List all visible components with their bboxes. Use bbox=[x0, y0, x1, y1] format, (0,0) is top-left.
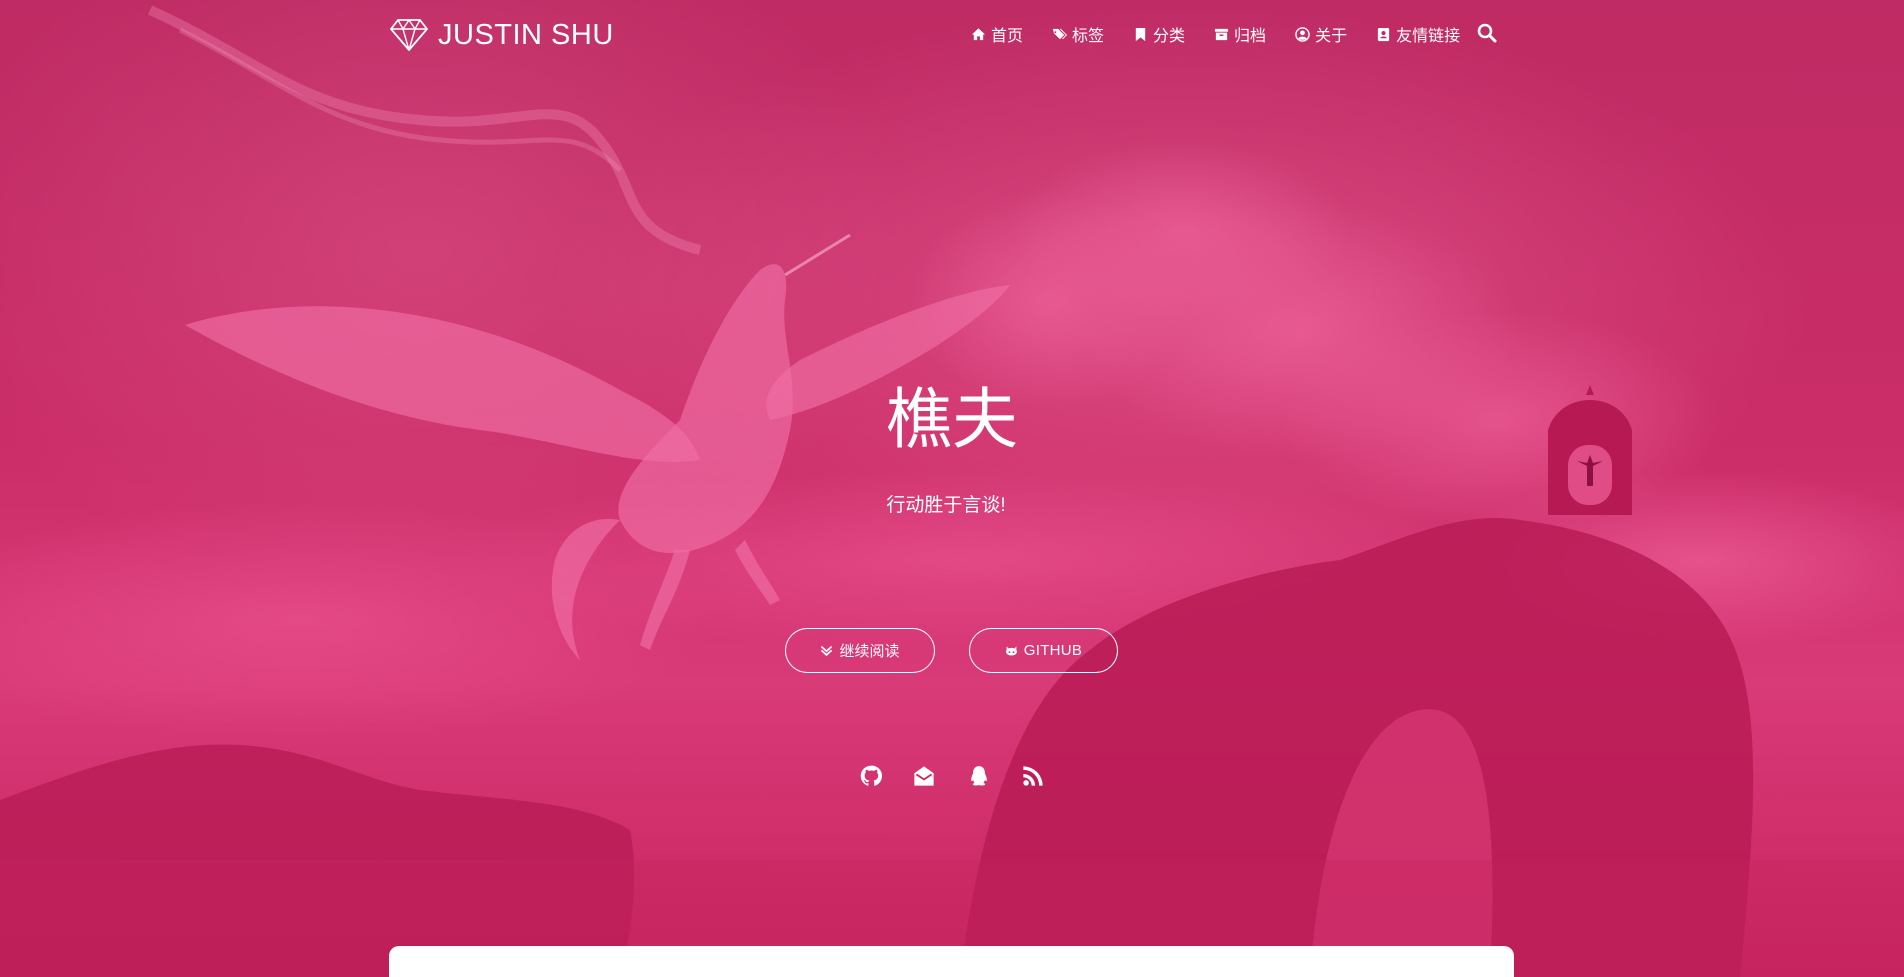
home-icon bbox=[971, 27, 986, 40]
rss-icon[interactable] bbox=[1022, 765, 1044, 787]
angle-double-down-icon bbox=[821, 645, 833, 657]
github-icon[interactable] bbox=[860, 765, 883, 787]
read-more-button[interactable]: 继续阅读 bbox=[785, 628, 935, 673]
address-book-icon bbox=[1377, 27, 1390, 41]
diamond-icon bbox=[390, 19, 428, 51]
nav-item-friend-links[interactable]: 友情链接 bbox=[1376, 22, 1460, 46]
nav-item-label: 分类 bbox=[1153, 28, 1186, 45]
nav-item-about[interactable]: 关于 bbox=[1295, 22, 1347, 46]
qq-penguin-icon bbox=[971, 766, 987, 786]
nav-item-tags[interactable]: 标签 bbox=[1052, 22, 1104, 46]
nav-item-home[interactable]: 首页 bbox=[971, 22, 1023, 46]
main-menu: 首页 标签 分类 归档 关于 友情链接 bbox=[971, 20, 1489, 48]
content-card bbox=[389, 946, 1514, 977]
search-icon[interactable] bbox=[1476, 22, 1498, 44]
mail-icon[interactable] bbox=[913, 765, 935, 787]
hero-subtitle: 行动胜于言谈! bbox=[886, 495, 1006, 516]
nav-item-categories[interactable]: 分类 bbox=[1133, 22, 1185, 46]
github-button[interactable]: GITHUB bbox=[969, 628, 1118, 673]
archive-icon bbox=[1214, 28, 1229, 40]
background-illustration bbox=[0, 5, 1904, 977]
hero-banner: JUSTIN SHU 首页 标签 分类 归档 关于 友情链接 樵夫 行动胜于言谈… bbox=[0, 0, 1904, 977]
read-more-label: 继续阅读 bbox=[839, 643, 900, 660]
github-button-label: GITHUB bbox=[1023, 642, 1083, 659]
nav-item-label: 首页 bbox=[991, 28, 1024, 45]
site-logo[interactable]: JUSTIN SHU bbox=[390, 16, 614, 54]
tags-icon bbox=[1052, 28, 1068, 39]
top-navbar: JUSTIN SHU 首页 标签 分类 归档 关于 友情链接 bbox=[0, 0, 1904, 68]
qq-icon[interactable] bbox=[968, 765, 990, 787]
nav-item-label: 归档 bbox=[1234, 28, 1267, 45]
bookmark-icon bbox=[1135, 27, 1146, 41]
hero-title: 樵夫 bbox=[886, 382, 1018, 456]
nav-item-label: 标签 bbox=[1072, 28, 1105, 45]
nav-item-archive[interactable]: 归档 bbox=[1214, 22, 1266, 46]
github-icon-glyph bbox=[860, 765, 883, 786]
rss-feed-icon bbox=[1023, 766, 1043, 786]
github-alt-icon bbox=[1005, 646, 1017, 656]
site-brand: JUSTIN SHU bbox=[438, 18, 614, 51]
nav-item-label: 友情链接 bbox=[1396, 28, 1461, 45]
envelope-open-icon bbox=[914, 766, 934, 786]
user-circle-icon bbox=[1295, 26, 1310, 42]
nav-item-label: 关于 bbox=[1315, 28, 1348, 45]
